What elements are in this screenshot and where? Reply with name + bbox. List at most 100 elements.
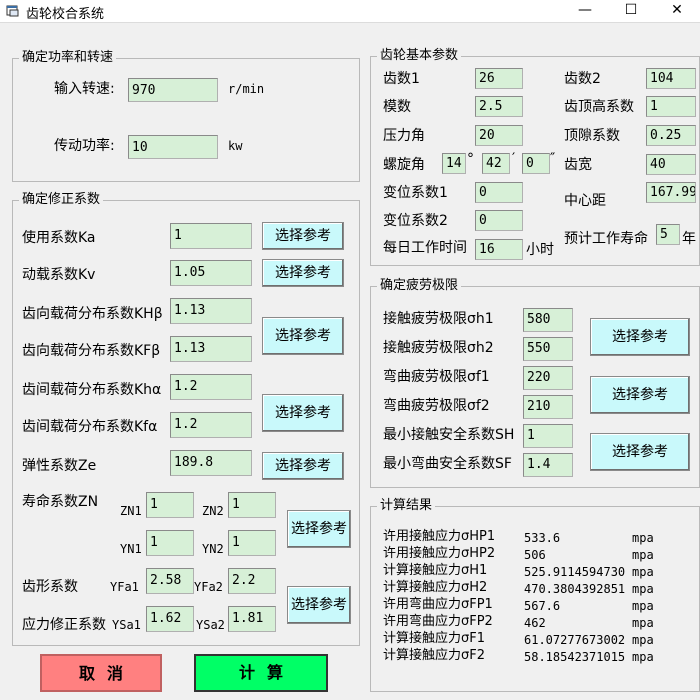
ze-field[interactable]: 189.8: [170, 450, 252, 476]
kha-field[interactable]: 1.2: [170, 374, 252, 400]
z2-label: 齿数2: [564, 71, 601, 87]
power-speed-group: 确定功率和转速: [12, 49, 360, 182]
result-value: 58.18542371015: [524, 650, 626, 664]
yfa2-field[interactable]: 2.2: [228, 568, 276, 594]
module-field[interactable]: 2.5: [475, 96, 523, 117]
ys-label: 应力修正系数: [22, 617, 106, 633]
result-unit: mpa: [632, 582, 654, 596]
face-width-field[interactable]: 40: [646, 154, 696, 175]
center-distance-label: 中心距: [564, 193, 606, 209]
contact-fatigue-reference-button[interactable]: 选择参考: [590, 318, 690, 356]
helix-second-field[interactable]: 0: [522, 153, 550, 174]
service-life-field[interactable]: 5: [656, 224, 680, 245]
zn2-field[interactable]: 1: [228, 492, 276, 518]
sf-field[interactable]: 1.4: [523, 453, 573, 477]
sigma-f2-field[interactable]: 210: [523, 395, 573, 419]
z1-field[interactable]: 26: [475, 68, 523, 89]
minute-symbol: ′: [512, 151, 516, 167]
result-label: 计算接触应力σH2: [383, 580, 488, 595]
kfb-label: 齿向载荷分布系数KFβ: [22, 343, 161, 359]
ysa2-field[interactable]: 1.81: [228, 606, 276, 632]
ze-reference-button[interactable]: 选择参考: [262, 452, 344, 480]
sigma-f1-field[interactable]: 220: [523, 366, 573, 390]
x1-field[interactable]: 0: [475, 182, 523, 203]
gear-params-group-title: 齿轮基本参数: [377, 47, 462, 65]
kfa-field[interactable]: 1.2: [170, 412, 252, 438]
sh-field[interactable]: 1: [523, 424, 573, 448]
ka-reference-button[interactable]: 选择参考: [262, 222, 344, 250]
sigma-h2-field[interactable]: 550: [523, 337, 573, 361]
result-value: 61.07277673002: [524, 633, 626, 647]
result-label: 许用弯曲应力σFP1: [383, 597, 493, 612]
cancel-button[interactable]: 取消: [40, 654, 162, 692]
module-label: 模数: [383, 99, 411, 115]
kb-reference-button[interactable]: 选择参考: [262, 317, 344, 355]
ysa2-label: YSa2: [196, 618, 225, 632]
ka-field[interactable]: 1: [170, 223, 252, 249]
sigma-f1-label: 弯曲疲劳极限σf1: [383, 369, 490, 385]
result-value: 533.6: [524, 531, 561, 545]
x2-field[interactable]: 0: [475, 210, 523, 231]
yf-reference-button[interactable]: 选择参考: [287, 586, 351, 624]
result-unit: mpa: [632, 633, 654, 647]
minimize-button[interactable]: —: [562, 0, 608, 22]
pressure-angle-label: 压力角: [383, 128, 425, 144]
kv-label: 动载系数Kv: [22, 267, 96, 283]
maximize-button[interactable]: ☐: [608, 0, 654, 22]
sigma-h1-field[interactable]: 580: [523, 308, 573, 332]
pressure-angle-field[interactable]: 20: [475, 125, 523, 146]
life-unit: 年: [682, 231, 696, 247]
zn1-label: ZN1: [120, 504, 142, 518]
helix-angle-label: 螺旋角: [383, 157, 425, 173]
helix-minute-field[interactable]: 42: [482, 153, 510, 174]
degree-symbol: °: [467, 151, 474, 167]
daily-hours-label: 每日工作时间: [383, 240, 467, 256]
ze-label: 弹性系数Ze: [22, 458, 97, 474]
kv-field[interactable]: 1.05: [170, 260, 252, 286]
zn1-field[interactable]: 1: [146, 492, 194, 518]
hours-unit: 小时: [526, 242, 554, 258]
yf-label: 齿形系数: [22, 579, 78, 595]
result-label: 计算接触应力σH1: [383, 563, 488, 578]
app-icon: [6, 5, 19, 17]
ysa1-field[interactable]: 1.62: [146, 606, 194, 632]
speed-unit: r/min: [228, 82, 265, 96]
yfa1-field[interactable]: 2.58: [146, 568, 194, 594]
bending-fatigue-reference-button[interactable]: 选择参考: [590, 376, 690, 414]
kv-reference-button[interactable]: 选择参考: [262, 259, 344, 287]
results-group-title: 计算结果: [377, 497, 436, 515]
helix-degree-field[interactable]: 14: [442, 153, 466, 174]
zn-reference-button[interactable]: 选择参考: [287, 510, 351, 548]
power-unit: kw: [228, 139, 243, 153]
result-unit: mpa: [632, 616, 654, 630]
clearance-field[interactable]: 0.25: [646, 125, 696, 146]
x1-label: 变位系数1: [383, 185, 448, 201]
power-speed-group-title: 确定功率和转速: [19, 49, 117, 67]
result-label: 许用接触应力σHP1: [383, 529, 496, 544]
result-label: 许用弯曲应力σFP2: [383, 614, 493, 629]
addendum-field[interactable]: 1: [646, 96, 696, 117]
khb-field[interactable]: 1.13: [170, 298, 252, 324]
kfb-field[interactable]: 1.13: [170, 336, 252, 362]
window-title: 齿轮校合系统: [26, 7, 105, 22]
input-speed-field[interactable]: 970: [128, 78, 218, 102]
compute-button[interactable]: 计算: [194, 654, 328, 692]
yn1-field[interactable]: 1: [146, 530, 194, 556]
sigma-h2-label: 接触疲劳极限σh2: [383, 340, 494, 356]
result-unit: mpa: [632, 650, 654, 664]
z2-field[interactable]: 104: [646, 68, 696, 89]
daily-hours-field[interactable]: 16: [475, 239, 523, 260]
result-unit: mpa: [632, 531, 654, 545]
center-distance-field[interactable]: 167.999: [646, 182, 696, 203]
result-value: 506: [524, 548, 546, 562]
safety-factor-reference-button[interactable]: 选择参考: [590, 433, 690, 471]
zn-label: 寿命系数ZN: [22, 494, 99, 510]
yn2-field[interactable]: 1: [228, 530, 276, 556]
z1-label: 齿数1: [383, 71, 420, 87]
zn2-label: ZN2: [202, 504, 224, 518]
yfa1-label: YFa1: [110, 580, 139, 594]
power-field[interactable]: 10: [128, 135, 218, 159]
result-unit: mpa: [632, 548, 654, 562]
close-button[interactable]: ✕: [654, 0, 700, 22]
ka-alpha-reference-button[interactable]: 选择参考: [262, 394, 344, 432]
